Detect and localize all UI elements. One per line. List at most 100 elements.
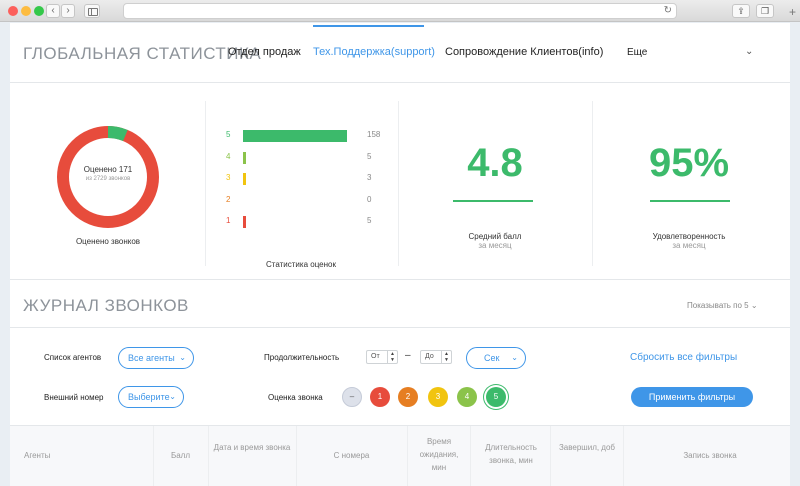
stepper-icon[interactable]: ▲ ▼ — [441, 351, 451, 363]
column-ended-by[interactable]: Завершил, доб — [556, 441, 618, 454]
chevron-down-icon[interactable]: ⌄ — [745, 46, 753, 57]
rating-label: 4 — [226, 152, 231, 161]
column-wait-time[interactable]: Время ожидания, мин — [416, 435, 462, 474]
duration-to-placeholder: До — [425, 353, 434, 360]
share-icon[interactable]: ⇪ — [732, 4, 750, 18]
satisfaction-period: за месяц — [672, 241, 706, 250]
chevron-down-icon: ⌄ — [179, 353, 186, 362]
satisfaction-underline — [650, 200, 730, 202]
back-icon[interactable]: ‹ — [46, 4, 60, 18]
active-tab-indicator — [313, 25, 424, 27]
duration-from-placeholder: От — [371, 353, 380, 360]
close-window-button[interactable] — [8, 6, 18, 16]
column-call-duration[interactable]: Длительность звонка, мин — [476, 441, 546, 467]
minimize-window-button[interactable] — [21, 6, 31, 16]
calls-table-header: Агенты Балл Дата и время звонка С номера… — [10, 425, 790, 486]
stepper-icon[interactable]: ▲ ▼ — [387, 351, 397, 363]
rating-option-3[interactable]: 3 — [428, 387, 448, 407]
external-number-value: Выберите — [128, 392, 170, 402]
rating-row: 45 — [226, 152, 376, 164]
column-agents[interactable]: Агенты — [24, 449, 84, 462]
column-divider — [550, 426, 551, 486]
reload-icon[interactable]: ↻ — [664, 5, 672, 16]
chevron-down-icon: ⌄ — [750, 301, 758, 310]
average-underline — [453, 200, 533, 202]
apply-filters-button[interactable]: Применить фильтры — [631, 387, 753, 407]
rated-calls-donut: Оценено 171 из 2729 звонков — [56, 125, 160, 229]
column-divider — [296, 426, 297, 486]
rating-count: 0 — [367, 195, 372, 204]
sidebar-icon[interactable] — [84, 4, 100, 18]
column-from-number[interactable]: С номера — [300, 449, 403, 462]
tab-sales[interactable]: Отдел продаж — [228, 46, 301, 58]
duration-unit-select[interactable]: Сек ⌄ — [466, 347, 526, 369]
rating-label: 3 — [226, 173, 231, 182]
rating-option-2[interactable]: 2 — [398, 387, 418, 407]
rating-bar-track — [243, 216, 347, 228]
rating-row: 20 — [226, 195, 376, 207]
rating-row: 5 158 — [226, 130, 380, 142]
rating-option-none[interactable]: – — [342, 387, 362, 407]
per-page-dropdown[interactable]: Показывать по 5 ⌄ — [687, 301, 758, 310]
rated-count: Оценено 171 — [83, 165, 133, 174]
stats-section: Оценено 171 из 2729 звонков Оценено звон… — [10, 83, 790, 280]
column-datetime[interactable]: Дата и время звонка — [212, 441, 292, 454]
rating-option-4[interactable]: 4 — [457, 387, 477, 407]
agents-select[interactable]: Все агенты ⌄ — [118, 347, 194, 369]
tab-support[interactable]: Тех.Поддержка(support) — [313, 46, 435, 58]
column-recording[interactable]: Запись звонка — [650, 449, 770, 462]
duration-from-input[interactable]: От ▲ ▼ — [366, 350, 398, 364]
rating-bar — [243, 173, 246, 185]
average-caption: Средний балл — [468, 232, 522, 241]
reset-filters-link[interactable]: Сбросить все фильтры — [630, 352, 737, 363]
column-score[interactable]: Балл — [153, 449, 208, 462]
call-rating-label: Оценка звонка — [268, 393, 323, 402]
rating-count: 3 — [367, 173, 372, 182]
column-divider — [208, 426, 209, 486]
range-dash: – — [405, 350, 411, 361]
rating-bar — [243, 216, 246, 228]
duration-label: Продолжительность — [264, 353, 340, 362]
address-bar[interactable]: ↻ — [123, 3, 677, 19]
rating-row: 33 — [226, 173, 376, 185]
header: ГЛОБАЛЬНАЯ СТАТИСТИКА Отдел продаж Тех.П… — [10, 23, 790, 83]
external-number-select[interactable]: Выберите ⌄ — [118, 386, 184, 408]
tabs-icon[interactable]: ❐ — [756, 4, 774, 18]
rating-count: 5 — [367, 216, 372, 225]
rating-option-5[interactable]: 5 — [486, 387, 506, 407]
column-divider — [623, 426, 624, 486]
donut-center: Оценено 171 из 2729 звонков — [56, 165, 160, 182]
forward-icon[interactable]: › — [61, 4, 75, 18]
more-dropdown[interactable]: Еще — [627, 47, 647, 58]
tab-client-support[interactable]: Сопровождение Клиентов(info) — [445, 46, 603, 58]
rating-stats-caption: Статистика оценок — [266, 260, 336, 269]
app-panel: ГЛОБАЛЬНАЯ СТАТИСТИКА Отдел продаж Тех.П… — [10, 23, 790, 486]
rating-bar-track — [243, 173, 347, 185]
duration-to-input[interactable]: До ▲ ▼ — [420, 350, 452, 364]
rating-bar — [243, 130, 347, 142]
new-tab-icon[interactable]: + — [789, 5, 796, 19]
divider — [10, 327, 790, 328]
column-divider — [407, 426, 408, 486]
external-number-label: Внешний номер — [44, 393, 104, 402]
rating-bar — [243, 152, 246, 164]
chevron-down-icon: ⌄ — [511, 353, 518, 362]
per-page-label: Показывать по 5 — [687, 301, 749, 310]
zoom-window-button[interactable] — [34, 6, 44, 16]
divider — [205, 101, 206, 266]
agents-select-value: Все агенты — [128, 353, 175, 363]
duration-unit-value: Сек — [484, 353, 500, 363]
rating-option-1[interactable]: 1 — [370, 387, 390, 407]
satisfaction-score: 95% — [648, 141, 730, 185]
average-period: за месяц — [478, 241, 512, 250]
rating-count: 5 — [367, 152, 372, 161]
satisfaction-caption: Удовлетворенность — [652, 232, 726, 241]
browser-toolbar: ‹ › ↻ ⇪ ❐ + — [0, 0, 800, 22]
column-divider — [470, 426, 471, 486]
rating-bar-track — [243, 152, 347, 164]
total-calls: из 2729 звонков — [85, 176, 131, 182]
donut-caption: Оценено звонков — [75, 237, 141, 246]
rating-label: 2 — [226, 195, 231, 204]
journal-title: ЖУРНАЛ ЗВОНКОВ — [23, 296, 189, 315]
chevron-down-icon: ⌄ — [169, 392, 176, 401]
